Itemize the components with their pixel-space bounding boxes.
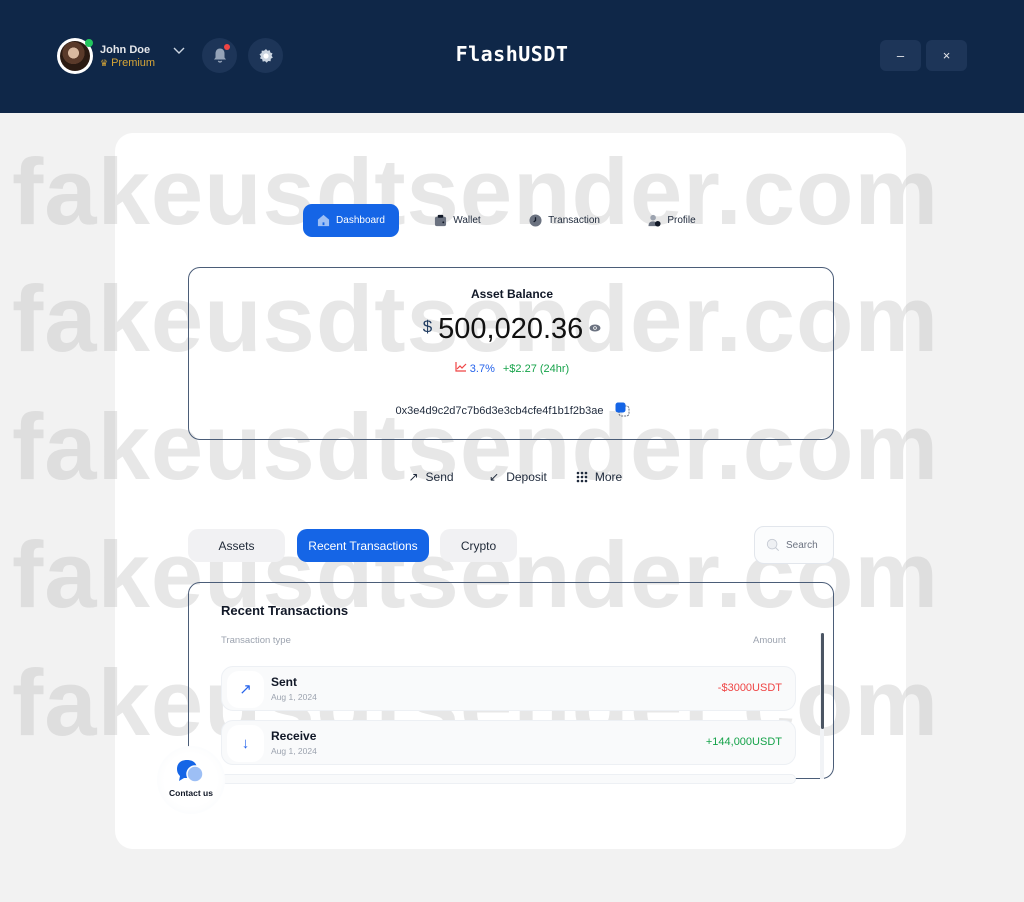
arrow-up-right-icon: ↗: [408, 470, 419, 484]
close-button[interactable]: ×: [926, 40, 967, 71]
currency-symbol: $: [422, 317, 433, 336]
user-icon: [648, 214, 661, 227]
arrow-down-left-icon: ↙: [489, 470, 500, 484]
transactions-title: Recent Transactions: [221, 603, 349, 618]
balance-amount: 500,020.36: [438, 313, 584, 345]
transaction-date: Aug 1, 2024: [271, 692, 317, 702]
chat-bubbles-icon: [177, 760, 204, 783]
title-bar: John Doe ♛ Premium FlashUSDT – ×: [0, 0, 1024, 113]
search-input[interactable]: Search: [754, 526, 834, 564]
more-label: More: [594, 470, 623, 484]
tab-crypto[interactable]: Crypto: [440, 529, 517, 562]
search-icon: [766, 538, 780, 552]
scrollbar-thumb[interactable]: [821, 633, 824, 729]
tab-wallet-label: Wallet: [453, 215, 481, 226]
search-placeholder: Search: [786, 539, 818, 551]
change-value: +$2.27 (24hr): [502, 363, 570, 375]
grid-icon: [576, 471, 588, 483]
tab-transaction[interactable]: Transaction: [515, 204, 614, 237]
tab-profile-label: Profile: [667, 215, 696, 226]
arrow-down-icon: ↓: [227, 725, 264, 762]
tab-transaction-label: Transaction: [548, 215, 600, 226]
contact-us-button[interactable]: Contact us: [157, 746, 225, 814]
transaction-amount: -$3000USDT: [717, 682, 782, 694]
home-icon: [317, 214, 330, 227]
trend-chart-icon: [455, 362, 467, 375]
send-button[interactable]: ↗ Send: [392, 461, 470, 493]
transaction-row[interactable]: ↓ Receive Aug 1, 2024 +144,000USDT: [221, 720, 796, 765]
tab-recent-transactions[interactable]: Recent Transactions: [297, 529, 429, 562]
tab-wallet[interactable]: Wallet: [409, 204, 506, 237]
clock-icon: [529, 214, 542, 227]
tab-dashboard[interactable]: Dashboard: [303, 204, 399, 237]
asset-balance-title: Asset Balance: [470, 287, 554, 301]
change-percent: 3.7%: [469, 363, 495, 375]
wallet-address: 0x3e4d9c2d7c7b6d3e3cb4cfe4f1b1f2b3ae: [395, 405, 604, 417]
wallet-icon: [435, 214, 447, 227]
transaction-amount: +144,000USDT: [705, 736, 782, 748]
transactions-scrollbar[interactable]: [820, 633, 824, 779]
balance-change-row: 3.7% +$2.27 (24hr): [0, 361, 1024, 375]
copy-address-icon[interactable]: [615, 402, 630, 417]
tab-profile[interactable]: Profile: [624, 204, 720, 237]
balance-amount-row: $500,020.36: [0, 313, 1024, 346]
wallet-address-row: 0x3e4d9c2d7c7b6d3e3cb4cfe4f1b1f2b3ae: [0, 402, 1024, 417]
transaction-row-partial[interactable]: [221, 774, 796, 784]
transaction-type: Receive: [271, 729, 317, 743]
arrow-up-right-icon: ↗: [227, 671, 264, 708]
transaction-row[interactable]: ↗ Sent Aug 1, 2024 -$3000USDT: [221, 666, 796, 711]
transaction-type: Sent: [271, 675, 298, 689]
tab-assets[interactable]: Assets: [188, 529, 285, 562]
tab-dashboard-label: Dashboard: [336, 215, 385, 226]
more-button[interactable]: More: [566, 461, 632, 493]
minimize-button[interactable]: –: [880, 40, 921, 71]
toggle-visibility-eye-icon[interactable]: [589, 323, 601, 335]
transaction-date: Aug 1, 2024: [271, 746, 317, 756]
deposit-button[interactable]: ↙ Deposit: [478, 461, 558, 493]
column-header-type: Transaction type: [221, 635, 291, 646]
deposit-label: Deposit: [506, 470, 547, 484]
send-label: Send: [425, 470, 454, 484]
app-title: FlashUSDT: [455, 42, 569, 66]
contact-us-label: Contact us: [169, 788, 213, 798]
column-header-amount: Amount: [753, 635, 786, 646]
